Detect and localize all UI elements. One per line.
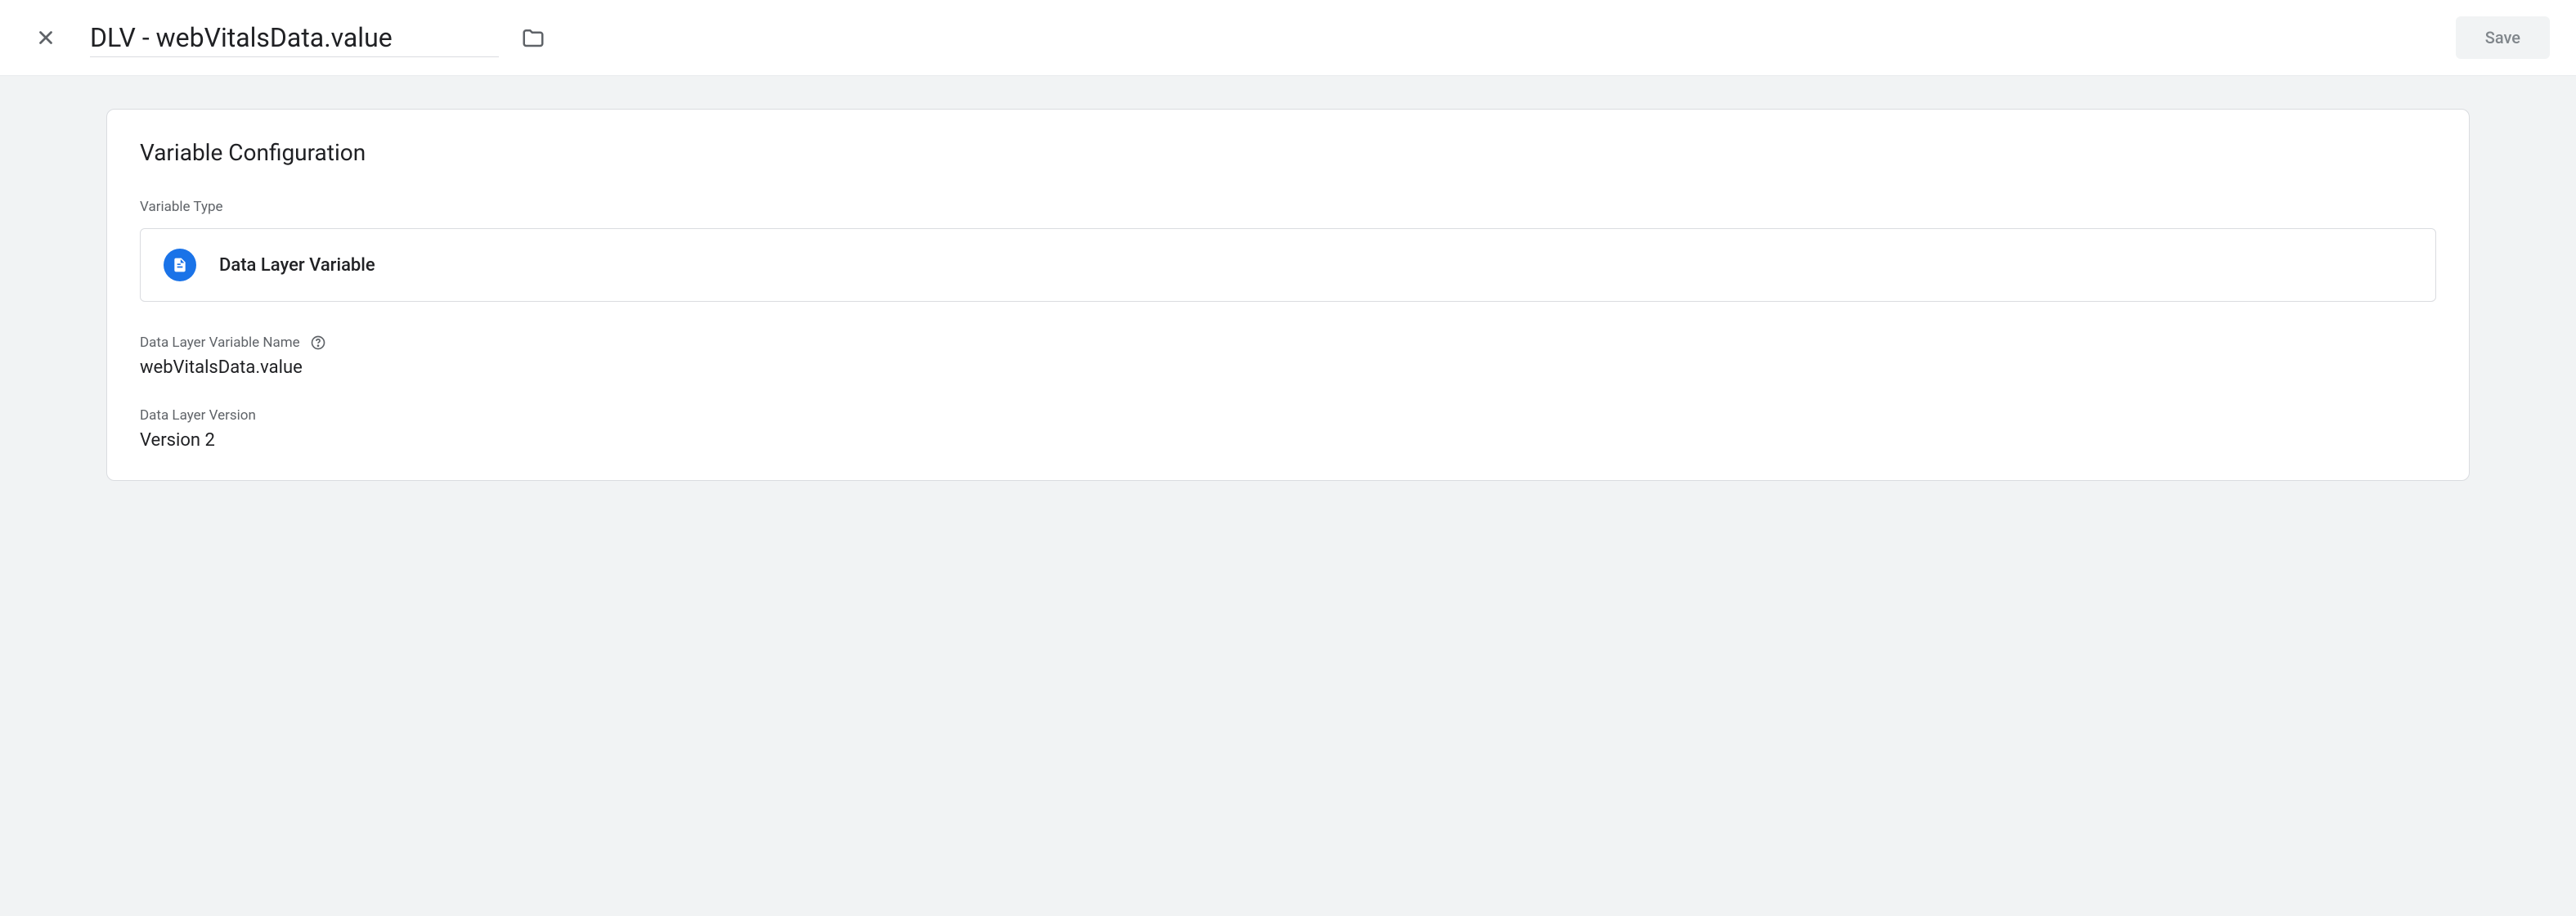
version-field: Data Layer Version Version 2 [140,407,2436,451]
variable-name-label-text: Data Layer Variable Name [140,335,300,351]
help-button[interactable] [310,335,326,351]
variable-name-field: Data Layer Variable Name webVitalsData.v… [140,335,2436,378]
close-icon [35,27,56,48]
title-wrapper [90,19,2456,57]
variable-title-input[interactable] [90,19,499,57]
variable-name-value: webVitalsData.value [140,357,2436,378]
version-label: Data Layer Version [140,407,2436,424]
content-area: Variable Configuration Variable Type Dat… [0,76,2576,916]
close-button[interactable] [26,18,65,57]
data-layer-variable-icon [164,249,196,281]
variable-type-value: Data Layer Variable [219,255,375,276]
save-button[interactable]: Save [2456,16,2550,59]
folder-icon [521,25,545,50]
panel-title: Variable Configuration [140,139,2436,166]
help-icon [310,335,326,351]
folder-button[interactable] [518,23,548,52]
variable-type-selector[interactable]: Data Layer Variable [140,228,2436,302]
version-value: Version 2 [140,430,2436,451]
header-bar: Save [0,0,2576,76]
variable-configuration-panel: Variable Configuration Variable Type Dat… [106,109,2470,481]
variable-name-label: Data Layer Variable Name [140,335,2436,351]
variable-type-label: Variable Type [140,199,2436,215]
